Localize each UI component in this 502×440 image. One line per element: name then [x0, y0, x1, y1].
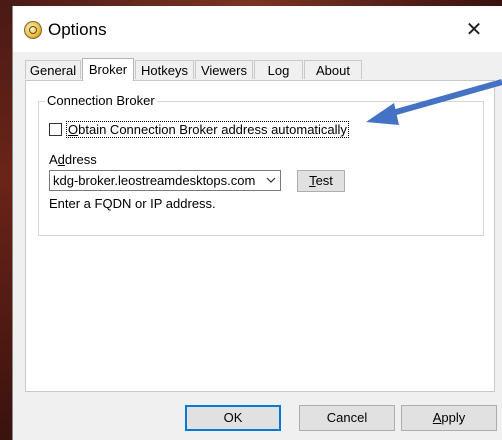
chevron-down-icon[interactable] [266, 175, 276, 185]
apply-button[interactable]: Apply [401, 405, 497, 431]
groupbox-title: Connection Broker [45, 93, 157, 108]
address-value[interactable]: kdg-broker.leostreamdesktops.com [53, 173, 257, 188]
app-icon [24, 21, 42, 39]
ok-button[interactable]: OK [185, 405, 281, 431]
close-button[interactable]: ✕ [459, 18, 489, 42]
address-combobox[interactable]: kdg-broker.leostreamdesktops.com [49, 170, 281, 191]
tab-about[interactable]: About [304, 60, 362, 79]
apply-button-label: pply [441, 410, 466, 425]
auto-broker-checkbox-label[interactable]: Obtain Connection Broker address automat… [66, 121, 349, 138]
options-dialog: Options ✕ General Broker Hotkeys Viewers… [12, 6, 502, 440]
address-label-rest: dress [64, 152, 97, 167]
window-title: Options [48, 20, 107, 39]
address-hint: Enter a FQDN or IP address. [49, 196, 216, 211]
title-bar[interactable]: Options ✕ [13, 6, 502, 52]
tab-broker[interactable]: Broker [82, 58, 134, 81]
test-button[interactable]: Test [297, 170, 345, 192]
close-icon: ✕ [465, 19, 483, 41]
tab-log[interactable]: Log [254, 60, 303, 79]
auto-broker-checkbox[interactable] [49, 123, 62, 136]
address-label: Address [49, 152, 97, 167]
tab-viewers[interactable]: Viewers [195, 60, 253, 79]
address-label-a: A [49, 152, 58, 167]
tab-hotkeys[interactable]: Hotkeys [135, 60, 194, 79]
checkbox-label-text: btain Connection Broker address automati… [78, 122, 347, 137]
desktop-background-edge [0, 0, 12, 440]
cancel-button[interactable]: Cancel [299, 405, 395, 431]
tab-general[interactable]: General [25, 60, 81, 79]
test-button-label: est [315, 173, 333, 188]
mnemonic-o: O [68, 122, 79, 137]
mnemonic-d: d [57, 152, 65, 167]
